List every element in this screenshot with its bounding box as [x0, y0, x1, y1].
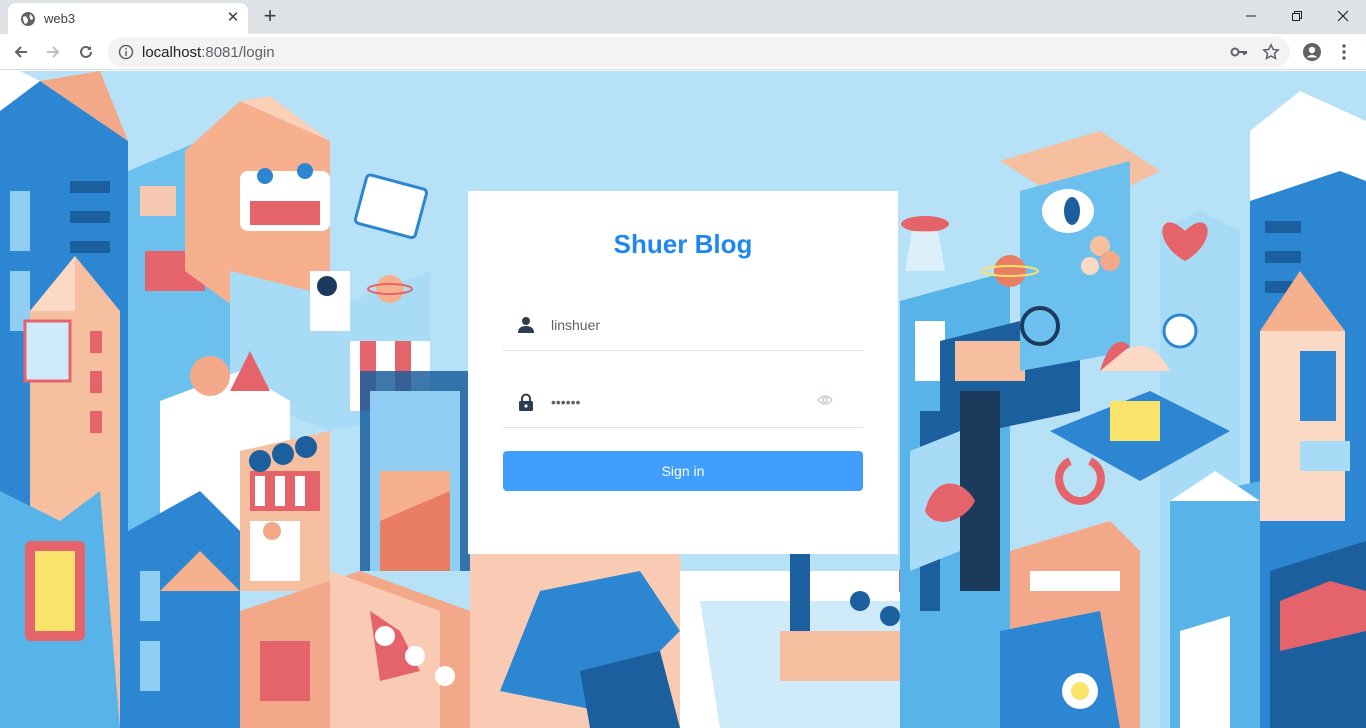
tab-title: web3 [44, 11, 76, 26]
forward-button[interactable] [40, 39, 66, 65]
key-icon[interactable] [1230, 44, 1248, 60]
username-field [503, 301, 863, 351]
minimize-button[interactable] [1228, 0, 1274, 32]
globe-icon [21, 12, 35, 26]
eye-icon[interactable] [817, 394, 833, 406]
browser-tab-bar: web3 ✕ + [0, 0, 1366, 34]
browser-tab[interactable]: web3 ✕ [8, 3, 248, 34]
browser-toolbar: localhost:8081/login [0, 34, 1366, 70]
restore-icon [1292, 11, 1302, 21]
sign-in-button[interactable]: Sign in [503, 451, 863, 491]
minimize-icon [1246, 15, 1256, 17]
username-input[interactable] [551, 313, 811, 337]
password-field [503, 378, 863, 428]
login-title: Shuer Blog [613, 229, 753, 259]
close-window-button[interactable] [1320, 0, 1366, 32]
reload-icon [80, 45, 92, 58]
lock-icon [519, 393, 533, 411]
arrow-left-icon [14, 46, 27, 58]
page-viewport: Shuer Blog Sign in [0, 71, 1366, 728]
password-input[interactable] [551, 390, 811, 414]
restore-button[interactable] [1274, 0, 1320, 32]
url-text[interactable]: localhost:8081/login [142, 44, 275, 61]
user-icon [518, 317, 534, 333]
tab-close-button[interactable]: ✕ [224, 9, 242, 27]
more-menu-icon[interactable] [1338, 42, 1350, 62]
login-card: Shuer Blog Sign in [468, 191, 898, 554]
arrow-right-icon [47, 46, 60, 58]
new-tab-button[interactable]: + [258, 4, 282, 28]
info-icon[interactable] [118, 44, 134, 60]
back-button[interactable] [8, 39, 34, 65]
reload-button[interactable] [73, 39, 99, 65]
close-icon [1337, 10, 1349, 22]
profile-icon[interactable] [1302, 42, 1322, 62]
address-bar[interactable]: localhost:8081/login [108, 37, 1290, 67]
star-icon[interactable] [1262, 43, 1280, 61]
